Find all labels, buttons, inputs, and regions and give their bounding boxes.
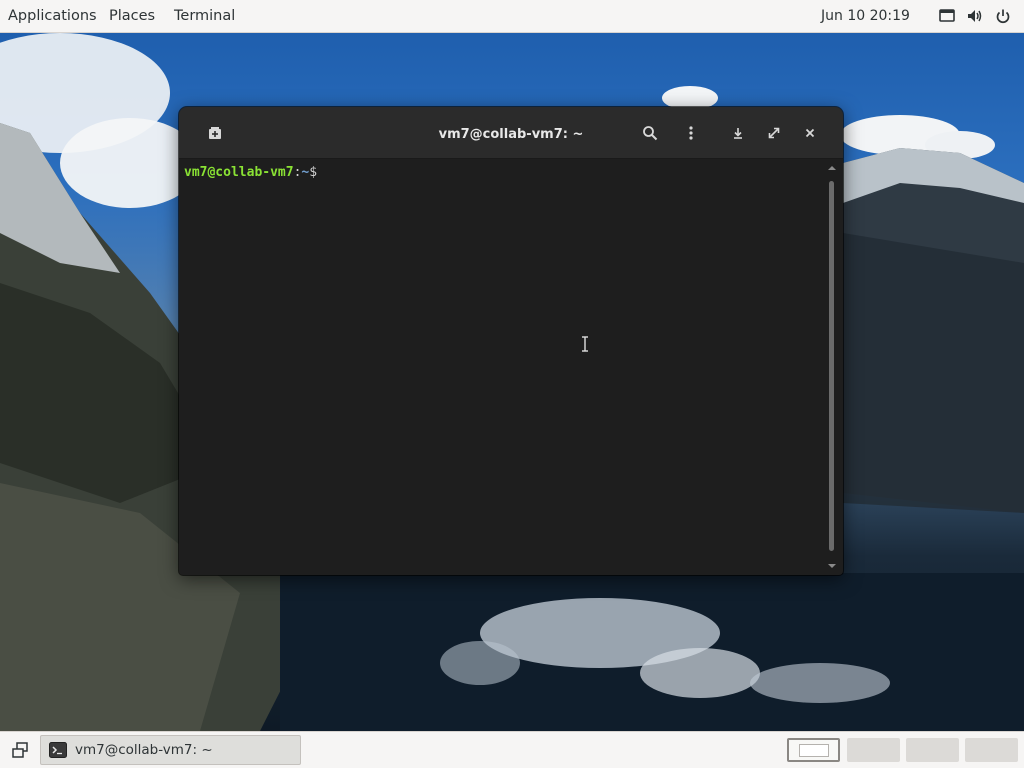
places-menu[interactable]: Places xyxy=(109,0,155,33)
text-cursor-icon xyxy=(582,336,588,352)
workspace-1[interactable] xyxy=(787,738,840,762)
minimize-icon xyxy=(734,128,742,139)
workspace-window-preview xyxy=(799,744,829,757)
menu-icon xyxy=(689,126,693,140)
prompt-symbol: $ xyxy=(309,165,318,180)
show-desktop-button[interactable] xyxy=(6,737,34,763)
new-tab-icon xyxy=(209,127,221,139)
screen-icon[interactable] xyxy=(939,8,955,24)
search-button[interactable] xyxy=(638,121,662,145)
close-button[interactable] xyxy=(798,121,822,145)
terminal-app-icon xyxy=(49,742,67,758)
prompt-user-host: vm7@collab-vm7 xyxy=(184,165,294,180)
close-icon xyxy=(805,128,815,138)
terminal-headerbar[interactable]: vm7@collab-vm7: ~ xyxy=(179,107,843,159)
terminal-menu[interactable]: Terminal xyxy=(174,0,235,33)
workspace-3[interactable] xyxy=(906,738,959,762)
top-panel: Applications Places Terminal Jun 10 20:1… xyxy=(0,0,1024,33)
maximize-icon xyxy=(768,127,780,139)
minimize-button[interactable] xyxy=(726,121,750,145)
power-icon[interactable] xyxy=(995,8,1011,24)
clock[interactable]: Jun 10 20:19 xyxy=(821,0,910,33)
hamburger-menu-button[interactable] xyxy=(679,121,703,145)
maximize-button[interactable] xyxy=(762,121,786,145)
scroll-up-icon[interactable] xyxy=(828,165,836,171)
scroll-down-icon[interactable] xyxy=(828,563,836,569)
scrollbar-thumb[interactable] xyxy=(829,181,834,551)
taskbar-window-label: vm7@collab-vm7: ~ xyxy=(75,742,213,758)
bottom-panel: vm7@collab-vm7: ~ xyxy=(0,731,1024,768)
terminal-window[interactable]: vm7@collab-vm7: ~ vm7@collab-vm7:~$ xyxy=(179,107,843,575)
taskbar-terminal-button[interactable]: vm7@collab-vm7: ~ xyxy=(40,735,301,765)
workspace-2[interactable] xyxy=(847,738,900,762)
terminal-output[interactable]: vm7@collab-vm7:~$ xyxy=(179,159,829,575)
search-icon xyxy=(643,126,658,141)
applications-menu[interactable]: Applications xyxy=(8,0,97,33)
workspace-4[interactable] xyxy=(965,738,1018,762)
terminal-scrollbar[interactable] xyxy=(827,165,837,573)
show-desktop-icon xyxy=(12,742,28,758)
new-tab-button[interactable] xyxy=(203,121,227,145)
volume-icon[interactable] xyxy=(967,8,983,24)
